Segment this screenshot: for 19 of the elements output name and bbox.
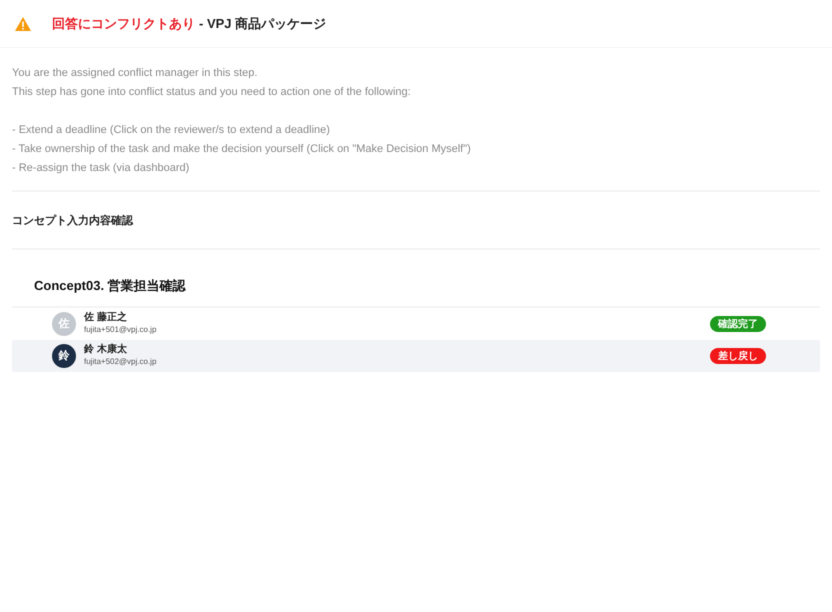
reviewer-email: fujita+501@vpj.co.jp: [84, 324, 156, 336]
avatar: 鈴: [52, 344, 76, 368]
reviewer-email: fujita+502@vpj.co.jp: [84, 356, 156, 368]
status-badge: 確認完了: [710, 316, 766, 332]
action-item: - Re-assign the task (via dashboard): [12, 161, 190, 176]
message-text: This step has gone into conflict status and you need to action one of the following:: [12, 85, 412, 100]
message-text: You are the assigned conflict manager in this step.: [12, 66, 258, 81]
status-badge: 差し戻し: [710, 348, 766, 364]
step-title: Concept03. 営業担当確認: [34, 278, 186, 293]
avatar: 佐: [52, 312, 76, 336]
section-title: コンセプト入力内容確認: [12, 215, 133, 227]
alert-title: 回答にコンフリクトあり: [52, 14, 195, 33]
warning-icon: [14, 16, 32, 32]
action-item: - Extend a deadline (Click on the reviewer/s to extend a deadline): [12, 123, 331, 138]
reviewer-row[interactable]: 鈴 鈴 木康太 fujita+502@vpj.co.jp 差し戻し: [12, 340, 820, 372]
reviewer-name: 鈴 木康太: [84, 344, 128, 356]
reviewer-name: 佐 藤正之: [84, 312, 128, 324]
action-item: - Take ownership of the task and make the decision yourself (Click on "Make Decision Myself"): [12, 142, 472, 157]
page-title: - VPJ 商品パッケージ: [199, 14, 326, 33]
